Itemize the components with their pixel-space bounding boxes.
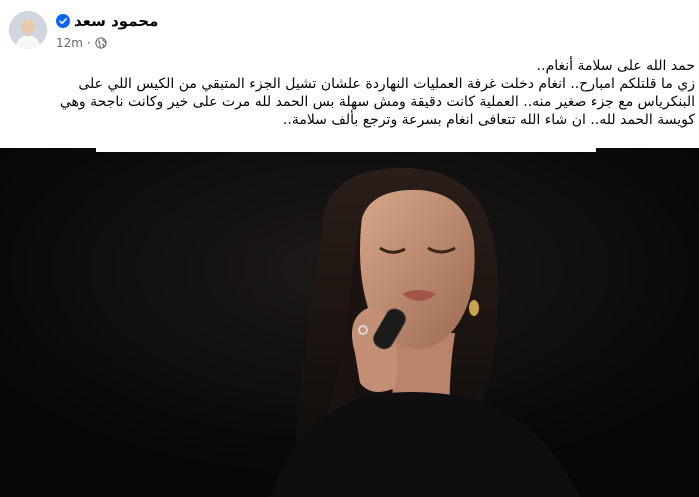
facebook-post: محمود سعد 12m · حمد الله على سلامة أنغام… (0, 0, 699, 497)
post-body: حمد الله على سلامة أنغام.. زي ما قلتلكم … (12, 57, 695, 129)
post-meta: 12m · (56, 35, 107, 51)
post-header: محمود سعد 12m · (0, 0, 699, 56)
post-text-line: كويسة الحمد لله.. ان شاء الله تتعافى انغ… (282, 112, 695, 128)
post-photo[interactable] (0, 148, 699, 497)
verified-badge-icon (56, 14, 70, 28)
author-line: محمود سعد (56, 11, 158, 31)
person-avatar-icon (9, 11, 47, 49)
post-text-line: البنكرياس مع جزء صغير منه.. العملية كانت… (59, 94, 695, 110)
post-text-line: زي ما قلتلكم امبارح.. انغام دخلت غرفة ال… (78, 76, 695, 92)
singer-photo-icon (0, 148, 699, 497)
globe-icon[interactable] (95, 37, 107, 49)
post-text-line: حمد الله على سلامة أنغام.. (536, 58, 695, 74)
photo-top-strip (96, 148, 596, 152)
author-name[interactable]: محمود سعد (74, 11, 158, 31)
post-time[interactable]: 12m (56, 35, 83, 51)
meta-separator: · (86, 36, 91, 50)
author-avatar[interactable] (9, 11, 47, 49)
